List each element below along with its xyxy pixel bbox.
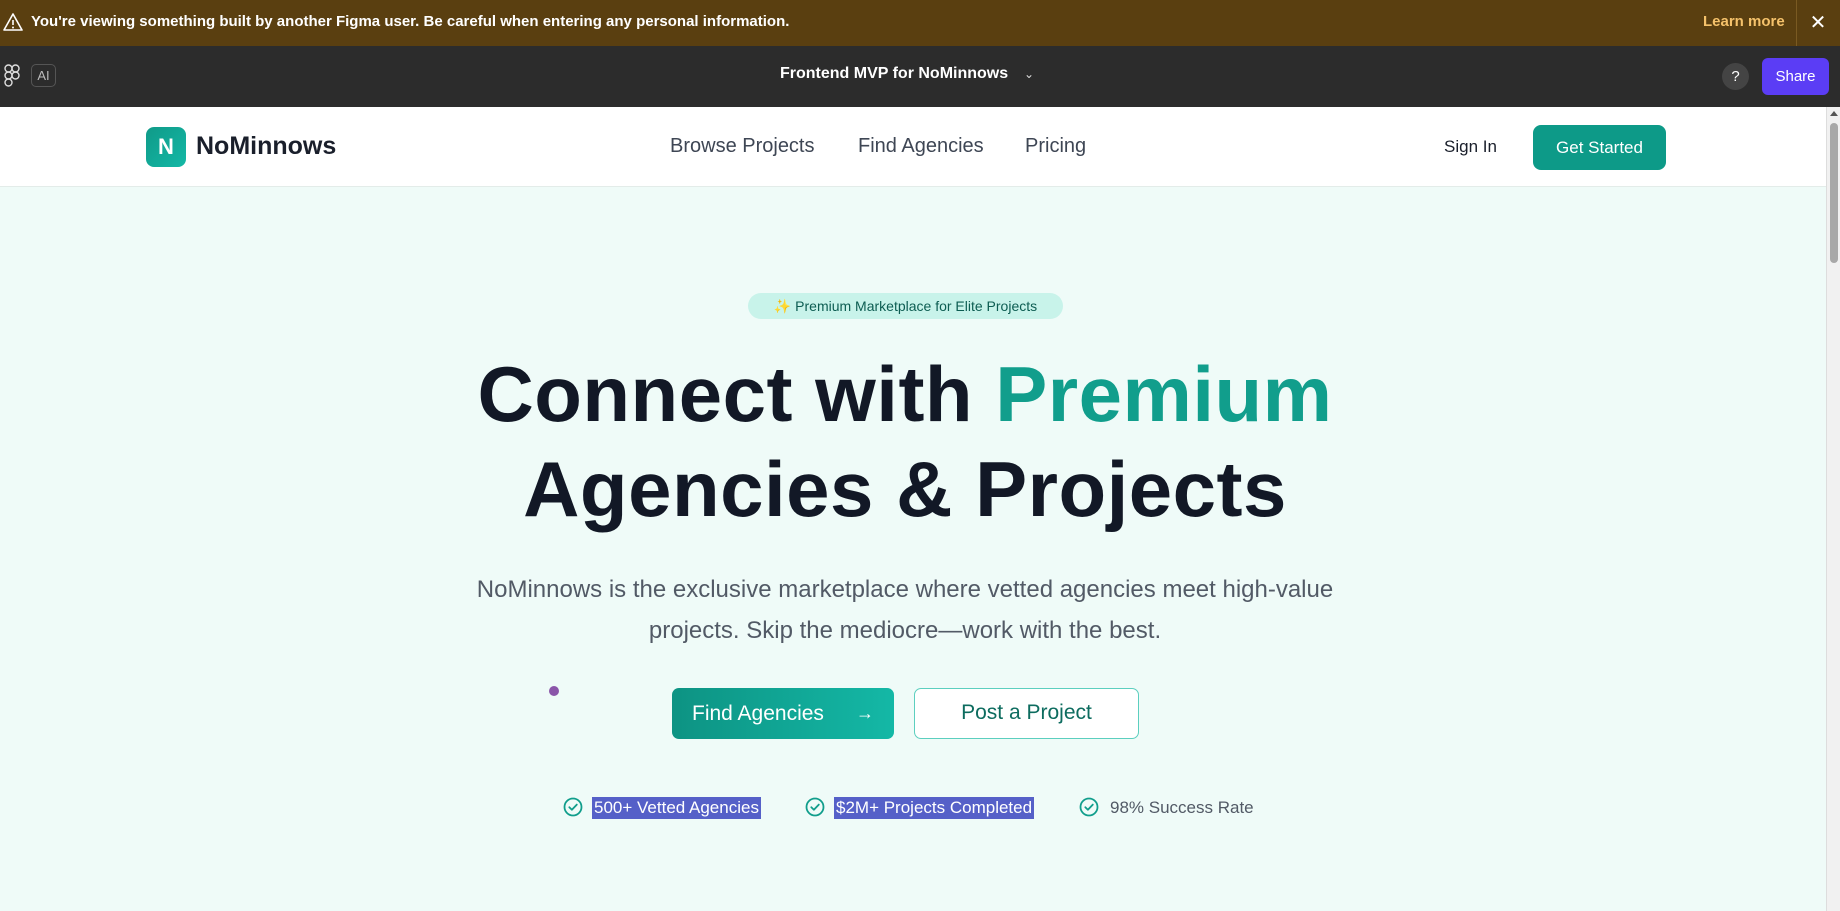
hero-badge: ✨ Premium Marketplace for Elite Projects	[748, 293, 1063, 319]
stat-label: $2M+ Projects Completed	[834, 797, 1035, 819]
warning-triangle-icon	[3, 13, 23, 31]
hero-subtitle: NoMinnows is the exclusive marketplace w…	[476, 576, 1334, 644]
nav-find-agencies[interactable]: Find Agencies	[858, 135, 984, 158]
chevron-down-icon[interactable]: ⌄	[1024, 67, 1034, 81]
site-header: N NoMinnows Browse Projects Find Agencie…	[0, 107, 1826, 187]
hero-title-accent: Premium	[995, 350, 1333, 438]
banner-divider	[1796, 0, 1797, 46]
cursor-dot	[549, 686, 559, 696]
check-circle-icon	[563, 797, 583, 817]
stat-label: 500+ Vetted Agencies	[592, 797, 761, 819]
arrow-right-icon: →	[856, 703, 874, 723]
figma-logo-icon[interactable]	[4, 64, 20, 88]
hero-title-line1: Connect with Premium	[0, 349, 1810, 440]
find-agencies-label: Find Agencies	[692, 702, 824, 725]
hero-title-part1: Connect with	[477, 350, 996, 438]
share-button[interactable]: Share	[1762, 58, 1829, 95]
help-button[interactable]: ?	[1722, 63, 1749, 90]
sign-in-link[interactable]: Sign In	[1444, 137, 1497, 157]
file-title-dropdown[interactable]: Frontend MVP for NoMinnows	[780, 65, 1008, 83]
scroll-thumb[interactable]	[1830, 123, 1838, 263]
post-project-button[interactable]: Post a Project	[914, 688, 1139, 739]
close-icon[interactable]: ✕	[1806, 11, 1830, 35]
find-agencies-button[interactable]: Find Agencies →	[672, 688, 894, 739]
stat-label: 98% Success Rate	[1110, 798, 1254, 817]
check-circle-icon	[1079, 797, 1099, 817]
site-canvas: N NoMinnows Browse Projects Find Agencie…	[0, 107, 1826, 911]
nav-browse-projects[interactable]: Browse Projects	[670, 135, 815, 158]
brand-logo-icon[interactable]: N	[146, 127, 186, 167]
warning-message: You're viewing something built by anothe…	[31, 13, 790, 30]
ai-button[interactable]: AI	[31, 64, 56, 87]
learn-more-link[interactable]: Learn more	[1703, 13, 1785, 30]
scroll-up-arrow-icon[interactable]	[1830, 111, 1838, 116]
hero-title-line2: Agencies & Projects	[523, 445, 1287, 533]
nav-pricing[interactable]: Pricing	[1025, 135, 1086, 158]
security-warning-banner: You're viewing something built by anothe…	[0, 0, 1840, 46]
brand-name[interactable]: NoMinnows	[196, 132, 336, 161]
get-started-button[interactable]: Get Started	[1533, 125, 1666, 170]
check-circle-icon	[805, 797, 825, 817]
figma-toolbar: AI Frontend MVP for NoMinnows ⌄ ? Share	[0, 46, 1840, 107]
page-scrollbar[interactable]	[1826, 107, 1840, 911]
